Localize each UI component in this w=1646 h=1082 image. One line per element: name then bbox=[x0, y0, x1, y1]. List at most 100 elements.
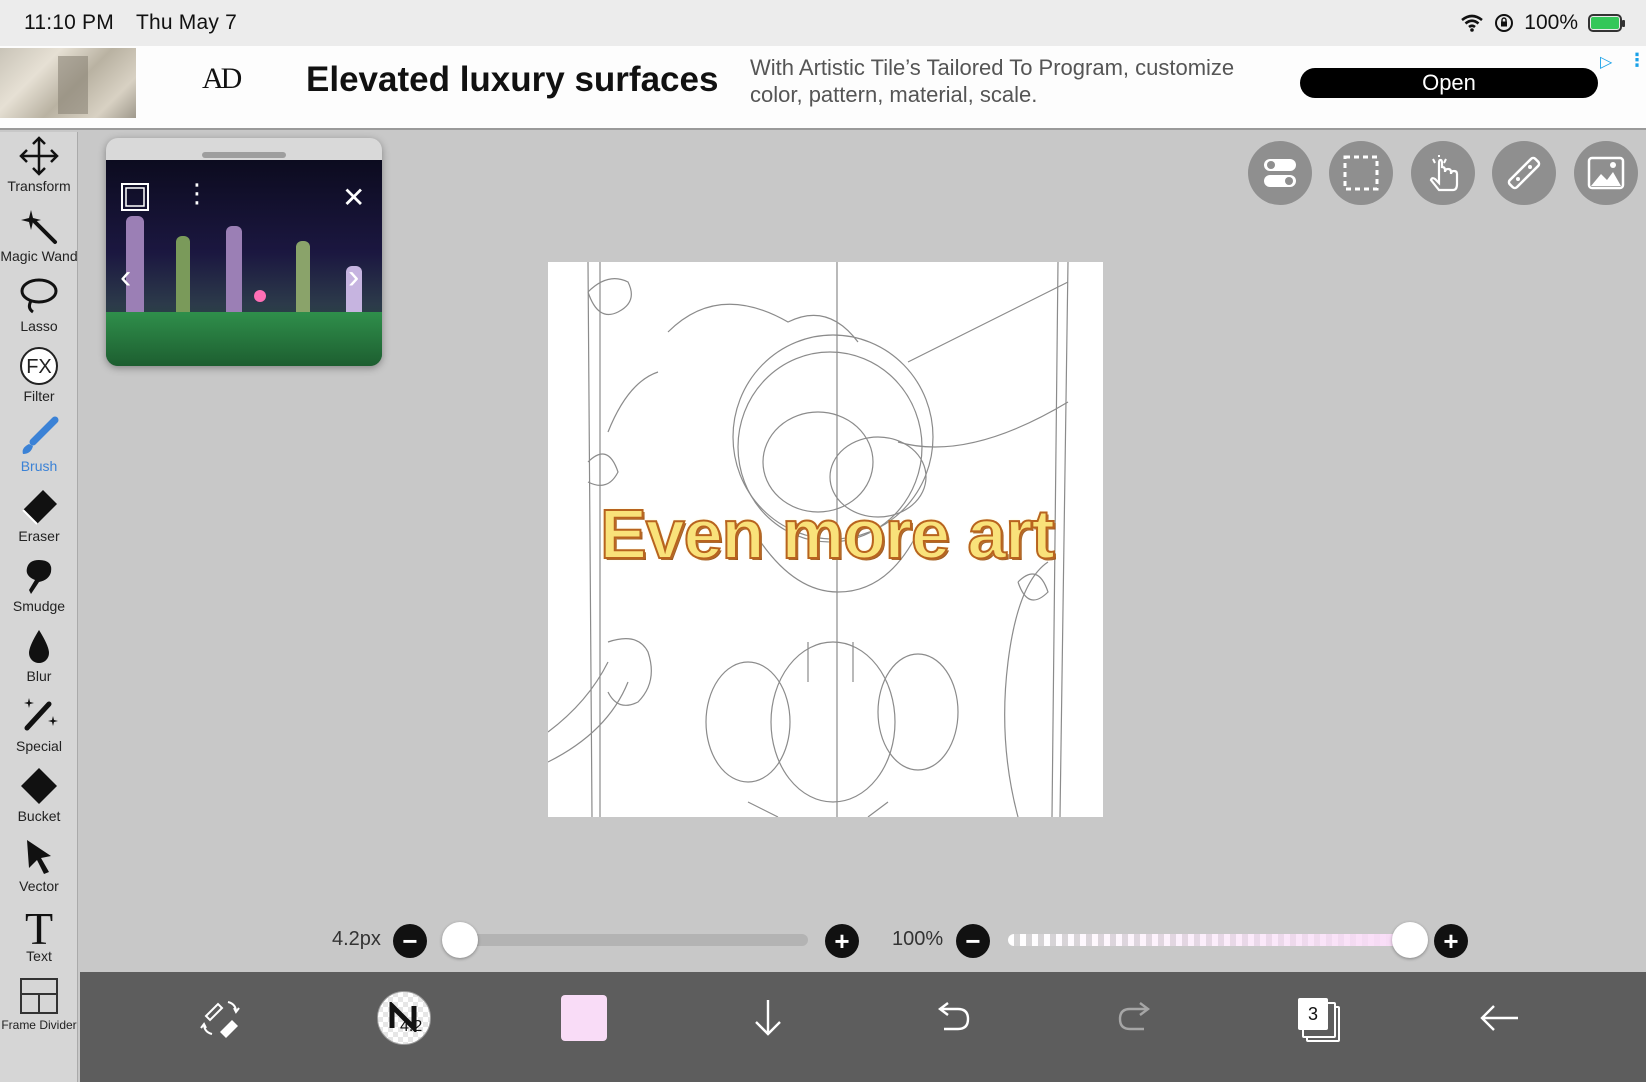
tool-label: Blur bbox=[26, 668, 52, 684]
reference-more-icon[interactable]: ⋮ bbox=[184, 180, 210, 206]
reference-next-icon[interactable]: › bbox=[348, 260, 359, 294]
drawing-canvas[interactable]: Even more art bbox=[548, 262, 1103, 817]
reference-fit-icon[interactable] bbox=[120, 182, 150, 218]
redo-icon bbox=[1118, 1002, 1150, 1031]
tool-label: Special bbox=[16, 738, 62, 754]
move-arrows-icon bbox=[19, 136, 59, 176]
wifi-icon bbox=[1461, 14, 1484, 32]
reference-drag-handle[interactable] bbox=[202, 152, 286, 158]
tool-transform[interactable]: Transform bbox=[0, 132, 78, 200]
hand-tap-icon bbox=[1429, 155, 1459, 192]
layers-button[interactable]: 3 bbox=[1288, 988, 1348, 1048]
status-time: 11:10 PM bbox=[24, 11, 114, 34]
color-swatch-button[interactable] bbox=[554, 988, 614, 1048]
status-right: 100% bbox=[1460, 11, 1625, 35]
brush-size-slider[interactable] bbox=[460, 934, 808, 946]
adchoices-icon[interactable]: ▷ bbox=[1600, 52, 1612, 72]
download-button[interactable] bbox=[738, 988, 798, 1048]
brush-size-slider-handle[interactable] bbox=[442, 922, 478, 958]
tool-label: Transform bbox=[7, 178, 71, 194]
brush-opacity-increase-button[interactable]: + bbox=[1434, 924, 1468, 958]
brush-opacity-slider[interactable] bbox=[1008, 934, 1410, 946]
brush-size-increase-button[interactable]: + bbox=[825, 924, 859, 958]
tool-label: Brush bbox=[20, 458, 58, 474]
smudge-icon bbox=[26, 560, 52, 594]
arrow-left-icon bbox=[1480, 1005, 1518, 1031]
back-button[interactable] bbox=[1470, 988, 1530, 1048]
image-icon bbox=[1587, 156, 1625, 190]
tool-magic-wand[interactable]: Magic Wand bbox=[0, 202, 78, 270]
brush-icon bbox=[22, 416, 59, 454]
reference-close-icon[interactable]: ✕ bbox=[342, 184, 365, 212]
bottom-toolbar: 4.2 3 bbox=[80, 972, 1646, 1082]
brush-opacity-slider-handle[interactable] bbox=[1392, 922, 1428, 958]
status-bar: 11:10 PM Thu May 7 100% bbox=[0, 0, 1646, 46]
fx-filter-icon: FX bbox=[20, 347, 58, 385]
frame-divider-icon bbox=[20, 978, 58, 1014]
brush-size-decrease-button[interactable]: − bbox=[393, 924, 427, 958]
tool-smudge[interactable]: Smudge bbox=[0, 552, 78, 620]
tool-special[interactable]: Special bbox=[0, 692, 78, 760]
tool-label: Vector bbox=[19, 878, 59, 894]
toggle-panel-button[interactable] bbox=[1248, 141, 1312, 205]
lasso-icon bbox=[20, 278, 58, 314]
tool-vector[interactable]: Vector bbox=[0, 832, 78, 900]
ad-more-icon[interactable]: ⋮ bbox=[1628, 50, 1646, 71]
tool-lasso[interactable]: Lasso bbox=[0, 272, 78, 340]
tool-label: Smudge bbox=[12, 598, 66, 614]
brush-opacity-decrease-button[interactable]: − bbox=[956, 924, 990, 958]
text-t-icon: T bbox=[25, 906, 53, 946]
tool-eraser[interactable]: Eraser bbox=[0, 482, 78, 550]
magic-wand-icon bbox=[21, 210, 57, 244]
undo-icon bbox=[938, 1002, 970, 1031]
tool-palette: Transform Magic Wand Lasso FX Filter Bru… bbox=[0, 132, 78, 1082]
reference-window[interactable]: ⋮ ✕ ‹ › bbox=[106, 138, 382, 366]
ad-description[interactable]: With Artistic Tile’s Tailored To Program… bbox=[750, 54, 1270, 108]
tool-label: Lasso bbox=[20, 318, 58, 334]
canvas-overlay-text: Even more art bbox=[599, 494, 1056, 574]
ruler-icon bbox=[1507, 156, 1541, 190]
brush-size-label: 4.2px bbox=[332, 928, 381, 950]
tool-bucket[interactable]: Bucket bbox=[0, 762, 78, 830]
svg-text:T: T bbox=[25, 906, 53, 946]
ad-open-button[interactable]: Open bbox=[1300, 68, 1598, 98]
brush-opacity-label: 100% bbox=[892, 928, 944, 950]
undo-button[interactable] bbox=[922, 988, 982, 1048]
battery-icon bbox=[1588, 14, 1625, 32]
ad-thumbnail[interactable] bbox=[0, 48, 136, 118]
selection-button[interactable] bbox=[1329, 141, 1393, 205]
touch-gesture-button[interactable] bbox=[1411, 141, 1475, 205]
battery-percent: 100% bbox=[1524, 11, 1578, 34]
tool-text[interactable]: T Text bbox=[0, 902, 78, 970]
reference-prev-icon[interactable]: ‹ bbox=[120, 260, 131, 294]
tool-filter[interactable]: FX Filter bbox=[0, 342, 78, 410]
tool-label: Bucket bbox=[17, 808, 61, 824]
swap-tool-button[interactable] bbox=[190, 988, 250, 1048]
brush-settings-button[interactable]: 4.2 bbox=[374, 988, 434, 1048]
material-image-button[interactable] bbox=[1574, 141, 1638, 205]
pen-eraser-swap-icon bbox=[200, 1001, 240, 1038]
redo-button[interactable] bbox=[1106, 988, 1166, 1048]
dashed-selection-icon bbox=[1343, 155, 1379, 191]
layers-icon: 3 bbox=[1298, 998, 1340, 1042]
bucket-icon bbox=[21, 768, 57, 804]
svg-text:FX: FX bbox=[26, 356, 52, 378]
brush-preview-icon: 4.2 bbox=[377, 991, 431, 1045]
ruler-button[interactable] bbox=[1492, 141, 1556, 205]
status-left: 11:10 PM Thu May 7 bbox=[24, 11, 237, 35]
arrow-down-icon bbox=[755, 1000, 781, 1036]
tool-label: Text bbox=[26, 948, 52, 964]
layer-count: 3 bbox=[1307, 1003, 1318, 1024]
toggle-switch-icon bbox=[1264, 159, 1296, 187]
status-date: Thu May 7 bbox=[135, 11, 237, 34]
blur-drop-icon bbox=[29, 630, 49, 663]
ad-headline[interactable]: Elevated luxury surfaces bbox=[306, 60, 718, 100]
tool-label: Frame Divider bbox=[1, 1018, 77, 1032]
vector-cursor-icon bbox=[27, 840, 51, 874]
ad-banner[interactable]: AD Elevated luxury surfaces With Artisti… bbox=[0, 46, 1646, 130]
tool-blur[interactable]: Blur bbox=[0, 622, 78, 690]
ad-logo: AD bbox=[202, 62, 242, 95]
tool-brush[interactable]: Brush bbox=[0, 412, 78, 480]
orientation-lock-icon bbox=[1495, 14, 1514, 32]
tool-frame-divider[interactable]: Frame Divider bbox=[0, 972, 78, 1040]
